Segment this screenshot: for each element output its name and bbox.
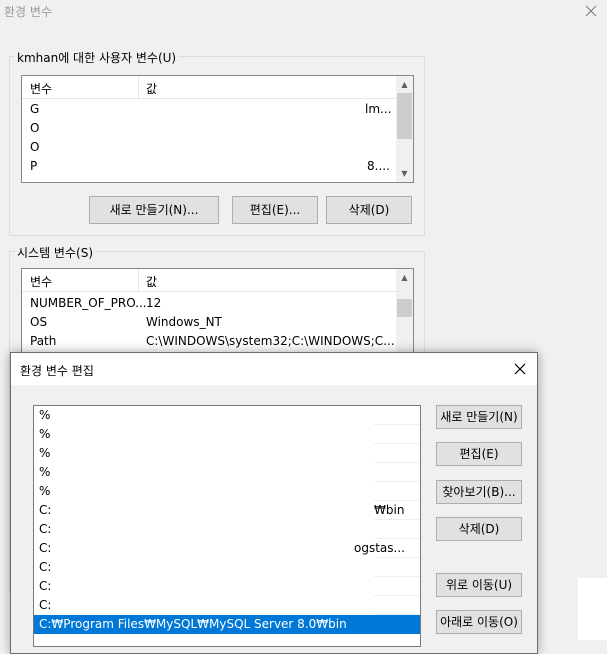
col-variable[interactable]: 변수	[30, 80, 52, 97]
path-entry-tail: ₩bin	[374, 503, 405, 517]
user-vars-scrollbar[interactable]: ▲ ▼	[396, 76, 413, 182]
dialog-edit-button[interactable]: 편집(E)	[436, 442, 522, 466]
table-row[interactable]: G lm...	[22, 100, 396, 119]
path-entry: C:	[39, 503, 52, 517]
user-vars-list[interactable]: 변수 값 G lm... O O P 8.... ▲ ▼	[21, 75, 414, 183]
path-entry: %	[39, 446, 51, 460]
col-value[interactable]: 값	[146, 80, 157, 97]
edit-env-dialog: 환경 변수 편집 % % % % % C: ₩bin C: C: ogstas.…	[10, 352, 538, 654]
col-variable[interactable]: 변수	[30, 273, 52, 290]
path-entry: %	[39, 484, 51, 498]
path-entry: C:	[39, 598, 52, 612]
list-item[interactable]: %	[34, 463, 420, 482]
scroll-down-icon[interactable]: ▼	[396, 165, 413, 182]
path-entry: %	[39, 465, 51, 479]
path-entry: C:	[39, 579, 52, 593]
path-entry: %	[39, 408, 51, 422]
row-name: OS	[30, 315, 48, 329]
path-entry: C:	[39, 560, 52, 574]
list-item[interactable]: C: ₩bin	[34, 501, 420, 520]
list-item-selected[interactable]: C:₩Program Files₩MySQL₩MySQL Server 8.0₩…	[34, 615, 420, 634]
user-vars-header: 변수 값	[22, 76, 396, 99]
move-down-button[interactable]: 아래로 이동(O)	[436, 610, 522, 634]
row-value: 8....	[367, 159, 390, 173]
user-vars-label: kmhan에 대한 사용자 변수(U)	[15, 49, 179, 66]
window-title: 환경 변수	[4, 5, 52, 19]
list-item[interactable]: %	[34, 425, 420, 444]
user-new-button[interactable]: 새로 만들기(N)...	[89, 196, 219, 224]
user-edit-button[interactable]: 편집(E)...	[232, 196, 318, 224]
scroll-thumb[interactable]	[397, 93, 412, 139]
scroll-thumb[interactable]	[397, 299, 412, 317]
list-item[interactable]: C: ogstas...	[34, 539, 420, 558]
row-value: C:\WINDOWS\system32;C:\WINDOWS;C...	[146, 334, 395, 348]
table-row[interactable]: Path C:\WINDOWS\system32;C:\WINDOWS;C...	[22, 332, 396, 351]
scroll-up-icon[interactable]: ▲	[396, 269, 413, 286]
move-up-button[interactable]: 위로 이동(U)	[436, 573, 522, 597]
table-row[interactable]: O	[22, 119, 396, 138]
row-name: O	[30, 140, 40, 154]
path-entry: %	[39, 427, 51, 441]
path-entry-tail: ogstas...	[354, 541, 405, 555]
row-name: Path	[30, 334, 57, 348]
path-entry: C:₩Program Files₩MySQL₩MySQL Server 8.0₩…	[39, 617, 347, 631]
dialog-browse-button[interactable]: 찾아보기(B)...	[436, 480, 522, 504]
list-item[interactable]: C:	[34, 596, 420, 615]
row-value: lm...	[365, 102, 392, 116]
table-row[interactable]: P 8....	[22, 157, 396, 176]
row-name: G	[30, 102, 40, 116]
path-entry: C:	[39, 541, 52, 555]
dialog-new-button[interactable]: 새로 만들기(N)	[436, 405, 522, 429]
table-row[interactable]: NUMBER_OF_PRO... 12	[22, 294, 396, 313]
close-icon[interactable]	[584, 4, 598, 18]
row-name: P	[30, 159, 38, 173]
path-list[interactable]: % % % % % C: ₩bin C: C: ogstas... C: C: …	[33, 405, 421, 647]
row-name: NUMBER_OF_PRO...	[30, 296, 147, 310]
dialog-title: 환경 변수 편집	[20, 364, 94, 378]
dialog-titlebar: 환경 변수 편집	[11, 353, 537, 385]
row-name: O	[30, 121, 40, 135]
table-row[interactable]: OS Windows_NT	[22, 313, 396, 332]
list-item[interactable]: C:	[34, 520, 420, 539]
col-value[interactable]: 값	[146, 273, 157, 290]
row-value: Windows_NT	[146, 315, 222, 329]
scroll-up-icon[interactable]: ▲	[396, 76, 413, 93]
table-row[interactable]: O	[22, 138, 396, 157]
list-item[interactable]: C:	[34, 577, 420, 596]
list-item[interactable]: %	[34, 444, 420, 463]
background-panel	[578, 578, 607, 640]
user-delete-button[interactable]: 삭제(D)	[326, 196, 412, 224]
close-icon[interactable]	[514, 363, 526, 375]
list-item[interactable]: C:	[34, 558, 420, 577]
list-item[interactable]: %	[34, 406, 420, 425]
system-vars-header: 변수 값	[22, 269, 396, 292]
system-vars-label: 시스템 변수(S)	[15, 244, 95, 261]
list-item[interactable]: %	[34, 482, 420, 501]
dialog-delete-button[interactable]: 삭제(D)	[436, 517, 522, 541]
path-entry: C:	[39, 522, 52, 536]
row-value: 12	[146, 296, 162, 310]
